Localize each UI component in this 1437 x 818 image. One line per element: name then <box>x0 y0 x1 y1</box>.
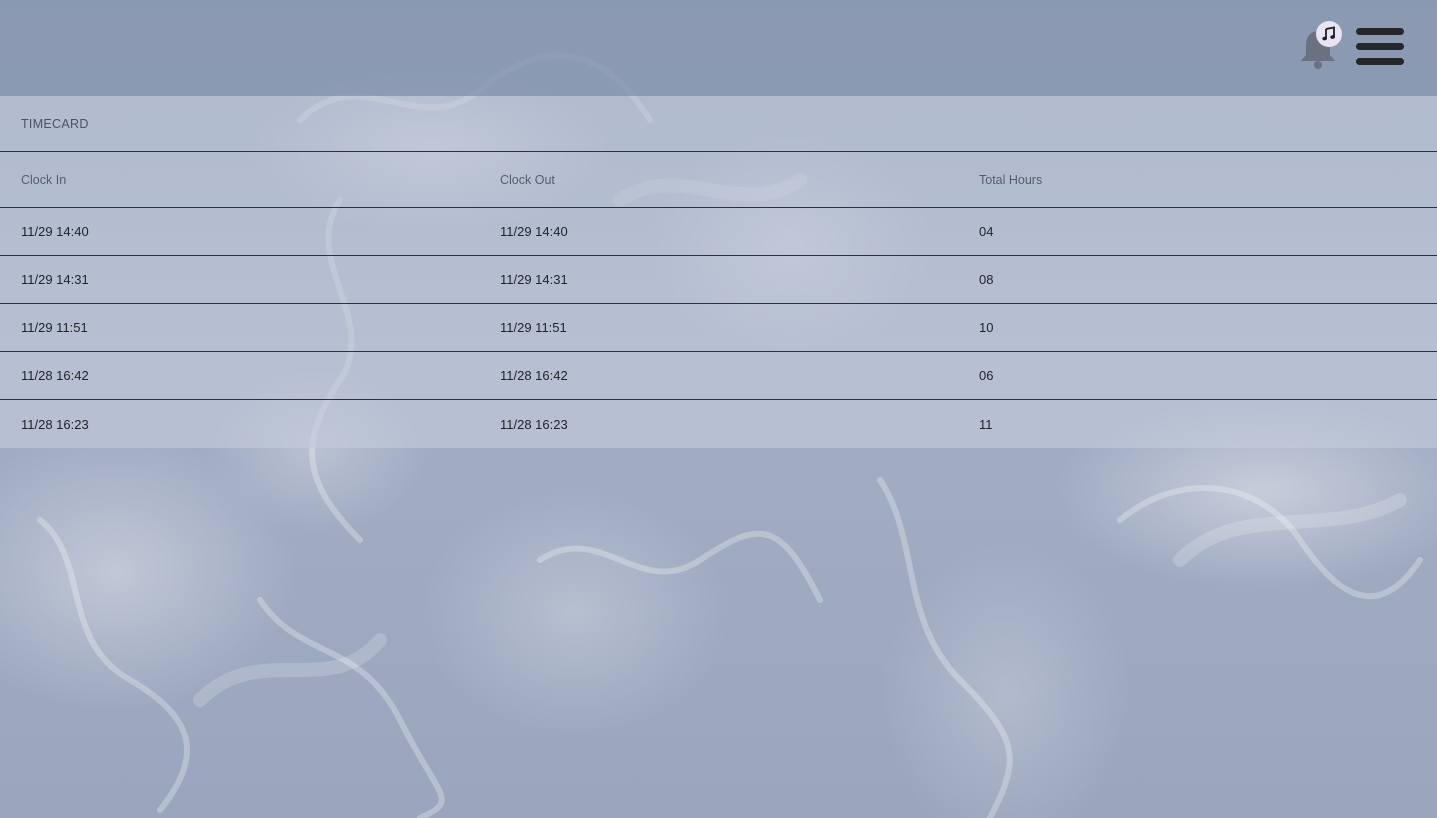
clock-in-cell: 11/29 11:51 <box>21 320 88 335</box>
clock-out-cell: 11/29 14:40 <box>500 224 568 239</box>
clock-in-cell: 11/29 14:40 <box>21 224 89 239</box>
table-row: 11/29 11:51 11/29 11:51 10 <box>0 304 1437 352</box>
hamburger-menu-icon[interactable] <box>1356 28 1404 66</box>
clock-in-cell: 11/28 16:42 <box>21 368 89 383</box>
timecard-panel: TIMECARD Clock In Clock Out Total Hours … <box>0 96 1437 448</box>
menu-line <box>1356 43 1404 50</box>
column-header-total-hours: Total Hours <box>979 172 1043 187</box>
total-hours-cell: 06 <box>979 368 994 383</box>
table-row: 11/29 14:40 11/29 14:40 04 <box>0 208 1437 256</box>
menu-line <box>1356 58 1404 65</box>
total-hours-cell: 11 <box>979 416 993 432</box>
menu-line <box>1356 28 1404 35</box>
total-hours-cell: 04 <box>979 224 994 239</box>
top-bar <box>0 0 1437 96</box>
table-row: 11/28 16:42 11/28 16:42 06 <box>0 352 1437 400</box>
table-header-row: Clock In Clock Out Total Hours <box>0 152 1437 208</box>
music-note-glyph <box>1322 26 1335 41</box>
total-hours-cell: 08 <box>979 272 994 287</box>
total-hours-cell: 10 <box>979 320 994 335</box>
clock-out-cell: 11/29 11:51 <box>500 320 567 335</box>
music-note-icon[interactable] <box>1316 21 1342 47</box>
clock-in-cell: 11/29 14:31 <box>21 272 89 287</box>
clock-out-cell: 11/28 16:42 <box>500 368 568 383</box>
clock-out-cell: 11/29 14:31 <box>500 272 568 287</box>
column-header-clock-in: Clock In <box>21 172 67 187</box>
clock-out-cell: 11/28 16:23 <box>500 416 568 432</box>
table-row: 11/29 14:31 11/29 14:31 08 <box>0 256 1437 304</box>
clock-in-cell: 11/28 16:23 <box>21 416 89 432</box>
column-header-clock-out: Clock Out <box>500 172 555 187</box>
table-row: 11/28 16:23 11/28 16:23 11 <box>0 400 1437 448</box>
timecard-title: TIMECARD <box>0 96 1437 152</box>
